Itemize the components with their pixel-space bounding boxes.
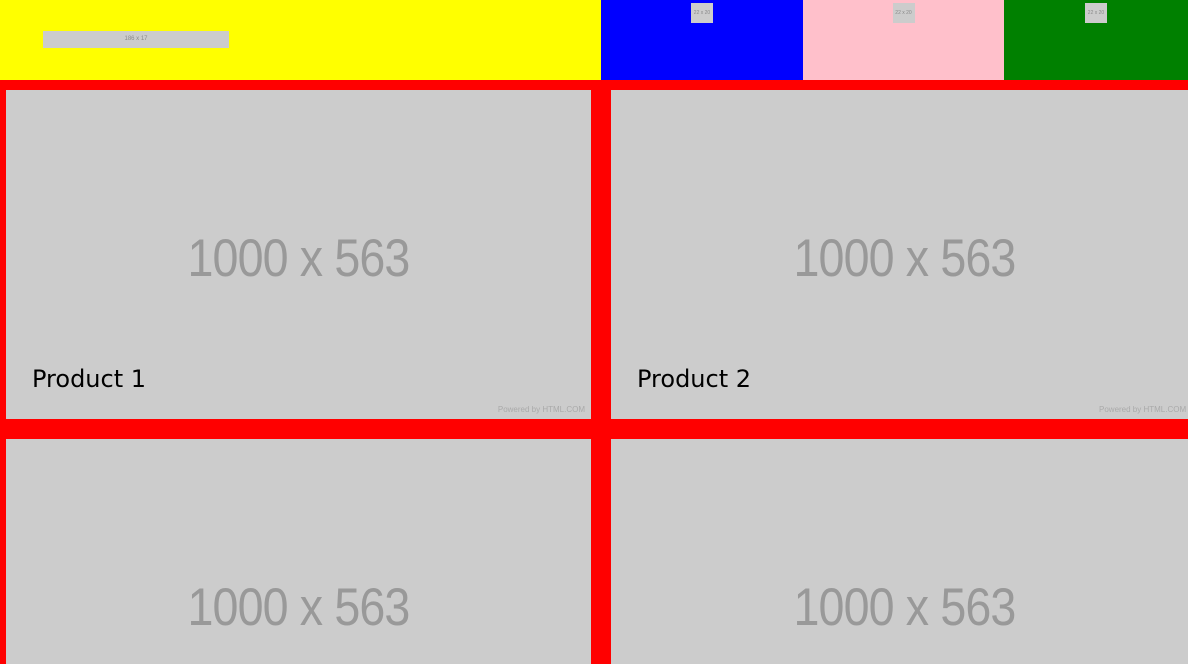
product-title[interactable]: Product 1 <box>32 364 146 394</box>
powered-by-text: Powered by HTML.COM <box>497 405 585 414</box>
product-card-1[interactable]: 1000 x 563 Product 1 Powered by HTML.COM <box>6 90 591 419</box>
logo-image[interactable]: 186 x 17 <box>43 31 229 48</box>
product-card-4[interactable]: 1000 x 563 <box>611 439 1188 664</box>
nav-item-pink[interactable]: 22 x 20 <box>803 0 1004 80</box>
product-card-2[interactable]: 1000 x 563 Product 2 Powered by HTML.COM <box>611 90 1188 419</box>
nav-green-icon[interactable]: 22 x 20 <box>1085 3 1107 23</box>
product-image-label: 1000 x 563 <box>793 229 1016 288</box>
product-image-label: 1000 x 563 <box>187 578 410 637</box>
product-title[interactable]: Product 2 <box>637 364 751 394</box>
header: 186 x 17 22 x 20 22 x 20 22 x 20 <box>0 0 1188 80</box>
powered-by-text: Powered by HTML.COM <box>1099 405 1187 414</box>
nav-blue-icon[interactable]: 22 x 20 <box>691 3 713 23</box>
nav-item-green[interactable]: 22 x 20 <box>1004 0 1188 80</box>
nav-pink-icon[interactable]: 22 x 20 <box>892 3 915 23</box>
product-image-label: 1000 x 563 <box>187 229 410 288</box>
product-image-label: 1000 x 563 <box>793 578 1016 637</box>
logo-area: 186 x 17 <box>0 0 601 80</box>
product-card-3[interactable]: 1000 x 563 <box>6 439 591 664</box>
nav-item-blue[interactable]: 22 x 20 <box>601 0 803 80</box>
product-grid: 1000 x 563 Product 1 Powered by HTML.COM… <box>0 80 1188 664</box>
